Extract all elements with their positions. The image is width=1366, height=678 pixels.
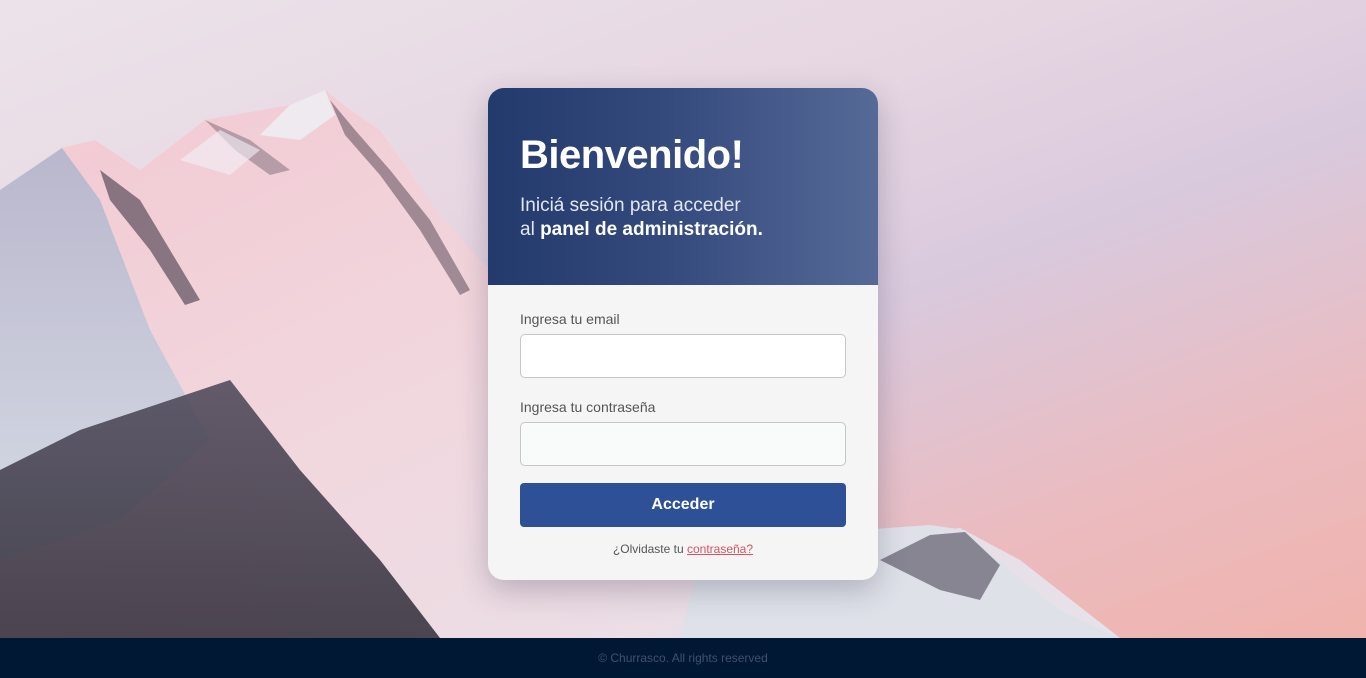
forgot-password-text: ¿Olvidaste tu contraseña? — [520, 542, 846, 556]
email-field-group: Ingresa tu email — [520, 311, 846, 378]
password-input[interactable] — [520, 422, 846, 466]
welcome-title: Bienvenido! — [520, 133, 744, 177]
password-label: Ingresa tu contraseña — [520, 399, 656, 415]
forgot-password-prefix: ¿Olvidaste tu — [612, 542, 687, 556]
login-form: Ingresa tu email Ingresa tu contraseña A… — [488, 285, 878, 556]
footer-copyright: © Churrasco. All rights reserved — [598, 651, 768, 665]
welcome-subtitle-bold: panel de administración. — [540, 219, 763, 240]
login-submit-button[interactable]: Acceder — [520, 483, 846, 527]
email-input[interactable] — [520, 334, 846, 378]
email-label: Ingresa tu email — [520, 311, 620, 327]
page-footer: © Churrasco. All rights reserved — [0, 638, 1366, 678]
welcome-subtitle-prefix: al — [520, 219, 541, 240]
welcome-subtitle: Iniciá sesión para acceder al panel de a… — [520, 194, 846, 242]
password-field-group: Ingresa tu contraseña — [520, 399, 846, 466]
welcome-subtitle-line1: Iniciá sesión para acceder — [520, 195, 741, 216]
forgot-password-link[interactable]: contraseña? — [687, 542, 753, 556]
login-page: Bienvenido! Iniciá sesión para acceder a… — [0, 0, 1366, 678]
login-card-header: Bienvenido! Iniciá sesión para acceder a… — [488, 88, 878, 285]
login-card: Bienvenido! Iniciá sesión para acceder a… — [488, 88, 878, 580]
